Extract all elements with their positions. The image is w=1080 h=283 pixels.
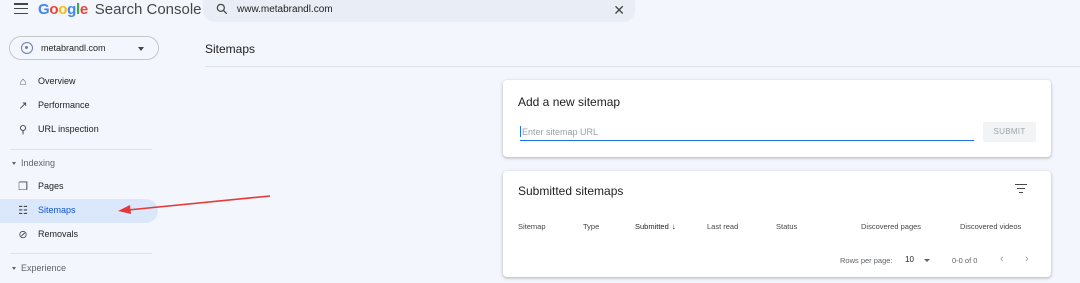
column-header-discovered-pages[interactable]: Discovered pages xyxy=(861,222,921,231)
card-title: Add a new sitemap xyxy=(518,95,621,109)
page-title: Sitemaps xyxy=(205,42,256,56)
sidebar-item-label: Overview xyxy=(38,76,76,86)
column-header-type[interactable]: Type xyxy=(583,222,599,231)
section-indexing[interactable]: Indexing xyxy=(12,158,55,168)
menu-icon[interactable] xyxy=(14,3,28,15)
sidebar-divider xyxy=(10,149,152,150)
submit-button[interactable]: SUBMIT xyxy=(983,122,1036,142)
sitemap-url-input[interactable]: Enter sitemap URL xyxy=(520,123,974,141)
chevron-down-icon[interactable] xyxy=(924,259,930,262)
next-page-icon[interactable]: › xyxy=(1025,253,1029,265)
sidebar-item-label: Removals xyxy=(38,229,79,239)
sidebar-item-removals[interactable]: ⊘ Removals xyxy=(0,223,158,247)
collapse-icon xyxy=(12,162,16,165)
google-wordmark: Google xyxy=(38,1,88,18)
sidebar-divider xyxy=(10,253,152,254)
input-placeholder: Enter sitemap URL xyxy=(522,127,599,137)
chevron-down-icon xyxy=(138,47,144,51)
sidebar-item-url-inspection[interactable]: ⚲ URL inspection xyxy=(0,118,158,142)
app-logo[interactable]: Google Search Console xyxy=(38,0,202,19)
collapse-icon xyxy=(12,267,16,270)
search-input[interactable]: www.metabrandl.com xyxy=(237,4,333,15)
sidebar-item-label: URL inspection xyxy=(38,124,99,134)
rows-per-page-label: Rows per page: xyxy=(840,256,893,265)
search-icon xyxy=(216,3,228,15)
card-title: Submitted sitemaps xyxy=(518,184,624,198)
sidebar-item-label: Pages xyxy=(38,181,64,191)
filter-icon[interactable] xyxy=(1015,184,1027,194)
prev-page-icon[interactable]: ‹ xyxy=(1000,253,1004,265)
section-label: Indexing xyxy=(21,158,56,168)
add-sitemap-card: Add a new sitemap Enter sitemap URL SUBM… xyxy=(503,80,1051,157)
title-divider xyxy=(205,66,1080,67)
search-icon: ⚲ xyxy=(18,124,28,136)
home-icon: ⌂ xyxy=(19,76,27,88)
section-experience[interactable]: Experience xyxy=(12,263,66,273)
column-header-sitemap[interactable]: Sitemap xyxy=(518,222,546,231)
column-header-status[interactable]: Status xyxy=(776,222,797,231)
removals-icon: ⊘ xyxy=(18,229,28,241)
pages-icon: ❐ xyxy=(18,181,28,193)
column-label: Submitted xyxy=(635,222,669,231)
sidebar-item-label: Sitemaps xyxy=(38,205,76,215)
column-header-discovered-videos[interactable]: Discovered videos xyxy=(960,222,1021,231)
sidebar-item-performance[interactable]: ↗ Performance xyxy=(0,94,158,118)
sitemap-icon: ☷ xyxy=(18,205,28,217)
sidebar-item-label: Performance xyxy=(38,100,90,110)
inspect-search-bar[interactable]: www.metabrandl.com ✕ xyxy=(203,0,635,22)
text-cursor xyxy=(520,126,521,137)
sort-arrow-icon: ↓ xyxy=(671,222,676,231)
product-name: Search Console xyxy=(94,1,202,18)
property-selector[interactable]: metabrandl.com xyxy=(9,36,159,60)
column-header-last-read[interactable]: Last read xyxy=(707,222,738,231)
submitted-sitemaps-card: Submitted sitemaps Sitemap Type Submitte… xyxy=(503,171,1051,277)
globe-icon xyxy=(21,42,33,54)
close-icon[interactable]: ✕ xyxy=(613,2,625,18)
pagination-range: 0-0 of 0 xyxy=(952,256,978,265)
rows-per-page-select[interactable]: 10 xyxy=(905,255,914,264)
property-name: metabrandl.com xyxy=(41,43,106,53)
sidebar-item-pages[interactable]: ❐ Pages xyxy=(0,175,158,199)
sidebar-item-overview[interactable]: ⌂ Overview xyxy=(0,70,158,94)
column-header-submitted[interactable]: Submitted ↓ xyxy=(635,222,676,231)
section-label: Experience xyxy=(21,263,67,273)
sidebar-item-sitemaps[interactable]: ☷ Sitemaps xyxy=(0,199,158,223)
trend-icon: ↗ xyxy=(18,100,28,112)
